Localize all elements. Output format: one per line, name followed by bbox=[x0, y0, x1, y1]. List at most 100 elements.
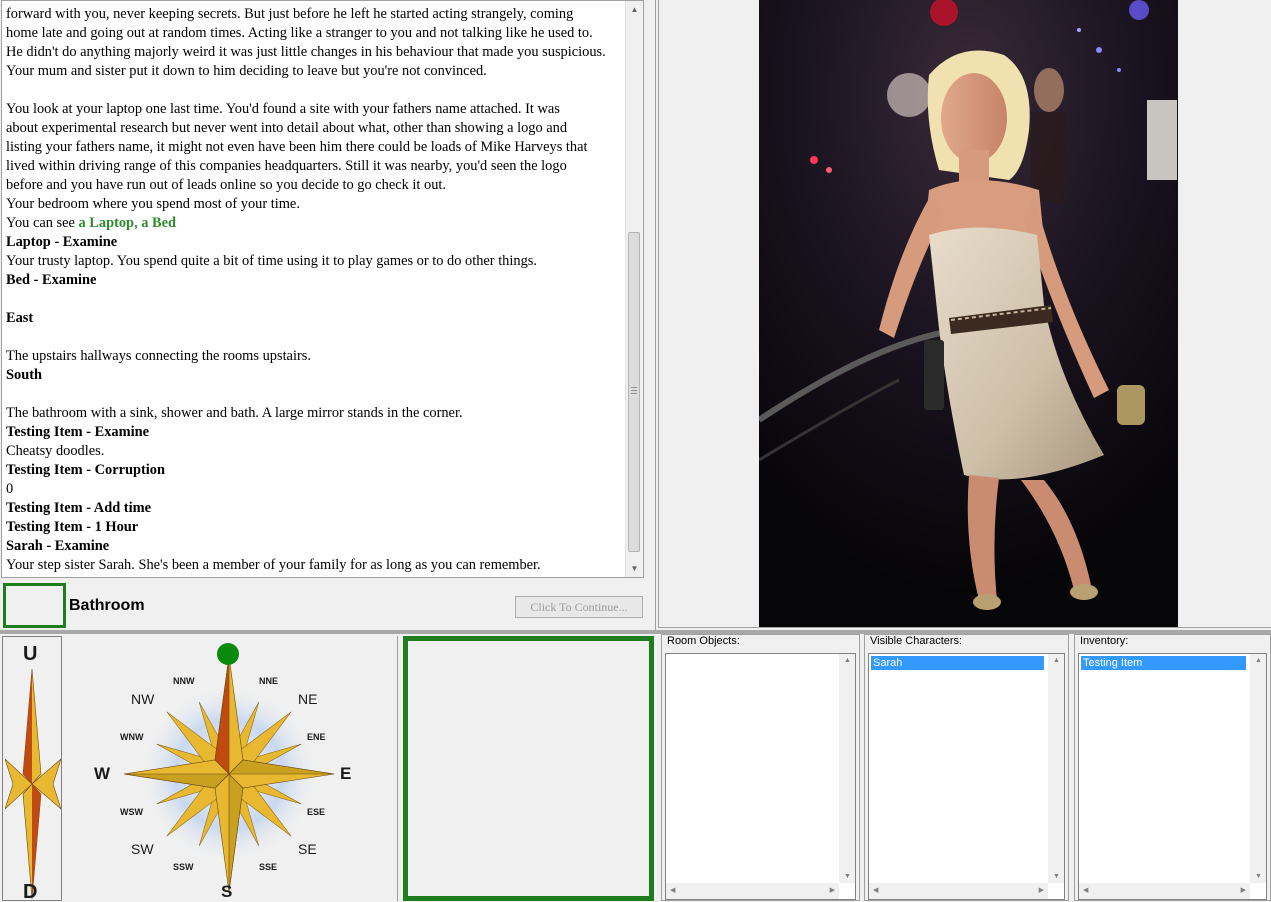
ene-label[interactable]: ENE bbox=[307, 732, 326, 742]
location-name: Bathroom bbox=[69, 597, 145, 614]
se-label[interactable]: SE bbox=[298, 841, 317, 857]
log-line-text: listing your fathers name, it might not … bbox=[6, 139, 588, 155]
object-link[interactable]: a Laptop, a Bed bbox=[78, 215, 176, 231]
ssw-label[interactable]: SSW bbox=[173, 862, 194, 872]
log-line-text: Your mum and sister put it down to him d… bbox=[6, 63, 487, 79]
nne-label[interactable]: NNE bbox=[259, 676, 278, 686]
inventory-list[interactable]: Testing Item ▲ ▼ ◀ ▶ bbox=[1078, 653, 1267, 900]
visible-characters-vscroll[interactable]: ▲ ▼ bbox=[1048, 654, 1064, 883]
scroll-down-arrow-icon[interactable]: ▼ bbox=[1255, 873, 1262, 880]
story-log-text: forward with you, never keeping secrets.… bbox=[6, 5, 618, 575]
character-photo bbox=[759, 0, 1178, 627]
room-objects-hscroll[interactable]: ◀ ▶ bbox=[666, 883, 839, 899]
sse-label[interactable]: SSE bbox=[259, 862, 277, 872]
action-panel bbox=[403, 636, 654, 901]
log-line-text: South bbox=[6, 367, 42, 383]
log-line: lived within driving range of this compa… bbox=[6, 157, 618, 176]
scroll-up-arrow-icon[interactable]: ▲ bbox=[1255, 657, 1262, 664]
ese-label[interactable]: ESE bbox=[307, 807, 325, 817]
log-line: Testing Item - 1 Hour bbox=[6, 518, 618, 537]
down-label[interactable]: D bbox=[23, 881, 37, 900]
scroll-left-arrow-icon[interactable]: ◀ bbox=[670, 886, 675, 894]
log-line: listing your fathers name, it might not … bbox=[6, 138, 618, 157]
log-line: Testing Item - Examine bbox=[6, 423, 618, 442]
room-objects-list[interactable]: ▲ ▼ ◀ ▶ bbox=[665, 653, 856, 900]
up-down-compass: U D bbox=[2, 636, 62, 901]
log-line bbox=[6, 81, 618, 100]
log-line-text: Testing Item - Corruption bbox=[6, 462, 165, 478]
visible-characters-label: Visible Characters: bbox=[870, 635, 963, 647]
scroll-left-arrow-icon[interactable]: ◀ bbox=[1083, 886, 1088, 894]
log-line: East bbox=[6, 309, 618, 328]
scroll-right-arrow-icon[interactable]: ▶ bbox=[1039, 886, 1044, 894]
nnw-label[interactable]: NNW bbox=[173, 676, 195, 686]
log-line-text: Testing Item - Examine bbox=[6, 424, 149, 440]
ne-label[interactable]: NE bbox=[298, 691, 317, 707]
log-line: You can see a Laptop, a Bed bbox=[6, 214, 618, 233]
log-line-text: He didn't do anything majorly weird it w… bbox=[6, 44, 606, 60]
south-label[interactable]: S bbox=[221, 882, 232, 902]
scroll-left-arrow-icon[interactable]: ◀ bbox=[873, 886, 878, 894]
log-line-text: lived within driving range of this compa… bbox=[6, 158, 567, 174]
log-line-text: Cheatsy doodles. bbox=[6, 443, 105, 459]
log-line-text: forward with you, never keeping secrets.… bbox=[6, 6, 574, 22]
log-line-text: You look at your laptop one last time. Y… bbox=[6, 101, 560, 117]
log-line-text: The bathroom with a sink, shower and bat… bbox=[6, 405, 463, 421]
vertical-splitter[interactable] bbox=[648, 0, 656, 630]
log-line-text: about experimental research but never we… bbox=[6, 120, 568, 136]
scroll-right-arrow-icon[interactable]: ▶ bbox=[830, 886, 835, 894]
sw-label[interactable]: SW bbox=[131, 841, 154, 857]
log-line: Laptop - Examine bbox=[6, 233, 618, 252]
story-log-scrollbar[interactable]: ▲ ▼ bbox=[625, 1, 643, 577]
visible-characters-hscroll[interactable]: ◀ ▶ bbox=[869, 883, 1048, 899]
continue-button[interactable]: Click To Continue... bbox=[515, 596, 643, 618]
wsw-label[interactable]: WSW bbox=[120, 807, 143, 817]
location-image-box bbox=[3, 583, 66, 628]
nw-label[interactable]: NW bbox=[131, 691, 154, 707]
log-line: Testing Item - Corruption bbox=[6, 461, 618, 480]
scroll-down-arrow-icon[interactable]: ▼ bbox=[844, 873, 851, 880]
log-line-text: Bed - Examine bbox=[6, 272, 97, 288]
log-line: South bbox=[6, 366, 618, 385]
inventory-panel: Inventory: Testing Item ▲ ▼ ◀ ▶ bbox=[1074, 634, 1271, 901]
visible-characters-list[interactable]: Sarah ▲ ▼ ◀ ▶ bbox=[868, 653, 1065, 900]
east-label[interactable]: E bbox=[340, 764, 351, 784]
log-line-text: Laptop - Examine bbox=[6, 234, 118, 250]
scroll-up-arrow-icon[interactable]: ▲ bbox=[1053, 657, 1060, 664]
log-line: Testing Item - Add time bbox=[6, 499, 618, 518]
scroll-up-arrow-icon[interactable]: ▲ bbox=[844, 657, 851, 664]
log-line-text: You can see bbox=[6, 215, 79, 231]
log-line-text: The upstairs hallways connecting the roo… bbox=[6, 348, 311, 364]
inventory-label: Inventory: bbox=[1080, 635, 1129, 647]
north-exit-indicator-icon bbox=[217, 643, 239, 665]
log-line-text: 0 bbox=[6, 481, 14, 497]
log-line: Sarah - Examine bbox=[6, 537, 618, 556]
scroll-down-arrow-icon[interactable]: ▼ bbox=[626, 560, 643, 577]
story-log[interactable]: forward with you, never keeping secrets.… bbox=[1, 0, 644, 578]
inventory-vscroll[interactable]: ▲ ▼ bbox=[1250, 654, 1266, 883]
log-line-text: Your step sister Sarah. She's been a mem… bbox=[6, 557, 541, 573]
inventory-hscroll[interactable]: ◀ ▶ bbox=[1079, 883, 1250, 899]
room-objects-panel: Room Objects: ▲ ▼ ◀ ▶ bbox=[661, 634, 860, 901]
list-item[interactable]: Sarah bbox=[871, 656, 1044, 670]
log-line: about experimental research but never we… bbox=[6, 119, 618, 138]
log-line-text: Your bedroom where you spend most of you… bbox=[6, 196, 300, 212]
scroll-down-arrow-icon[interactable]: ▼ bbox=[1053, 873, 1060, 880]
log-line-text: Testing Item - 1 Hour bbox=[6, 519, 139, 535]
west-label[interactable]: W bbox=[94, 764, 110, 784]
log-line-text: Testing Item - Add time bbox=[6, 500, 151, 516]
log-line bbox=[6, 290, 618, 309]
room-objects-vscroll[interactable]: ▲ ▼ bbox=[839, 654, 855, 883]
log-line bbox=[6, 385, 618, 404]
log-line: Bed - Examine bbox=[6, 271, 618, 290]
log-line: The bathroom with a sink, shower and bat… bbox=[6, 404, 618, 423]
up-label[interactable]: U bbox=[23, 643, 37, 666]
compass-panel: NNW NNE NW NE WNW ENE W E WSW ESE SW SE … bbox=[62, 636, 398, 901]
wnw-label[interactable]: WNW bbox=[120, 732, 144, 742]
log-line-text: East bbox=[6, 310, 34, 326]
scroll-right-arrow-icon[interactable]: ▶ bbox=[1241, 886, 1246, 894]
scroll-thumb[interactable] bbox=[628, 232, 640, 552]
scroll-up-arrow-icon[interactable]: ▲ bbox=[626, 1, 643, 18]
list-item[interactable]: Testing Item bbox=[1081, 656, 1246, 670]
log-line: Your step sister Sarah. She's been a mem… bbox=[6, 556, 618, 575]
